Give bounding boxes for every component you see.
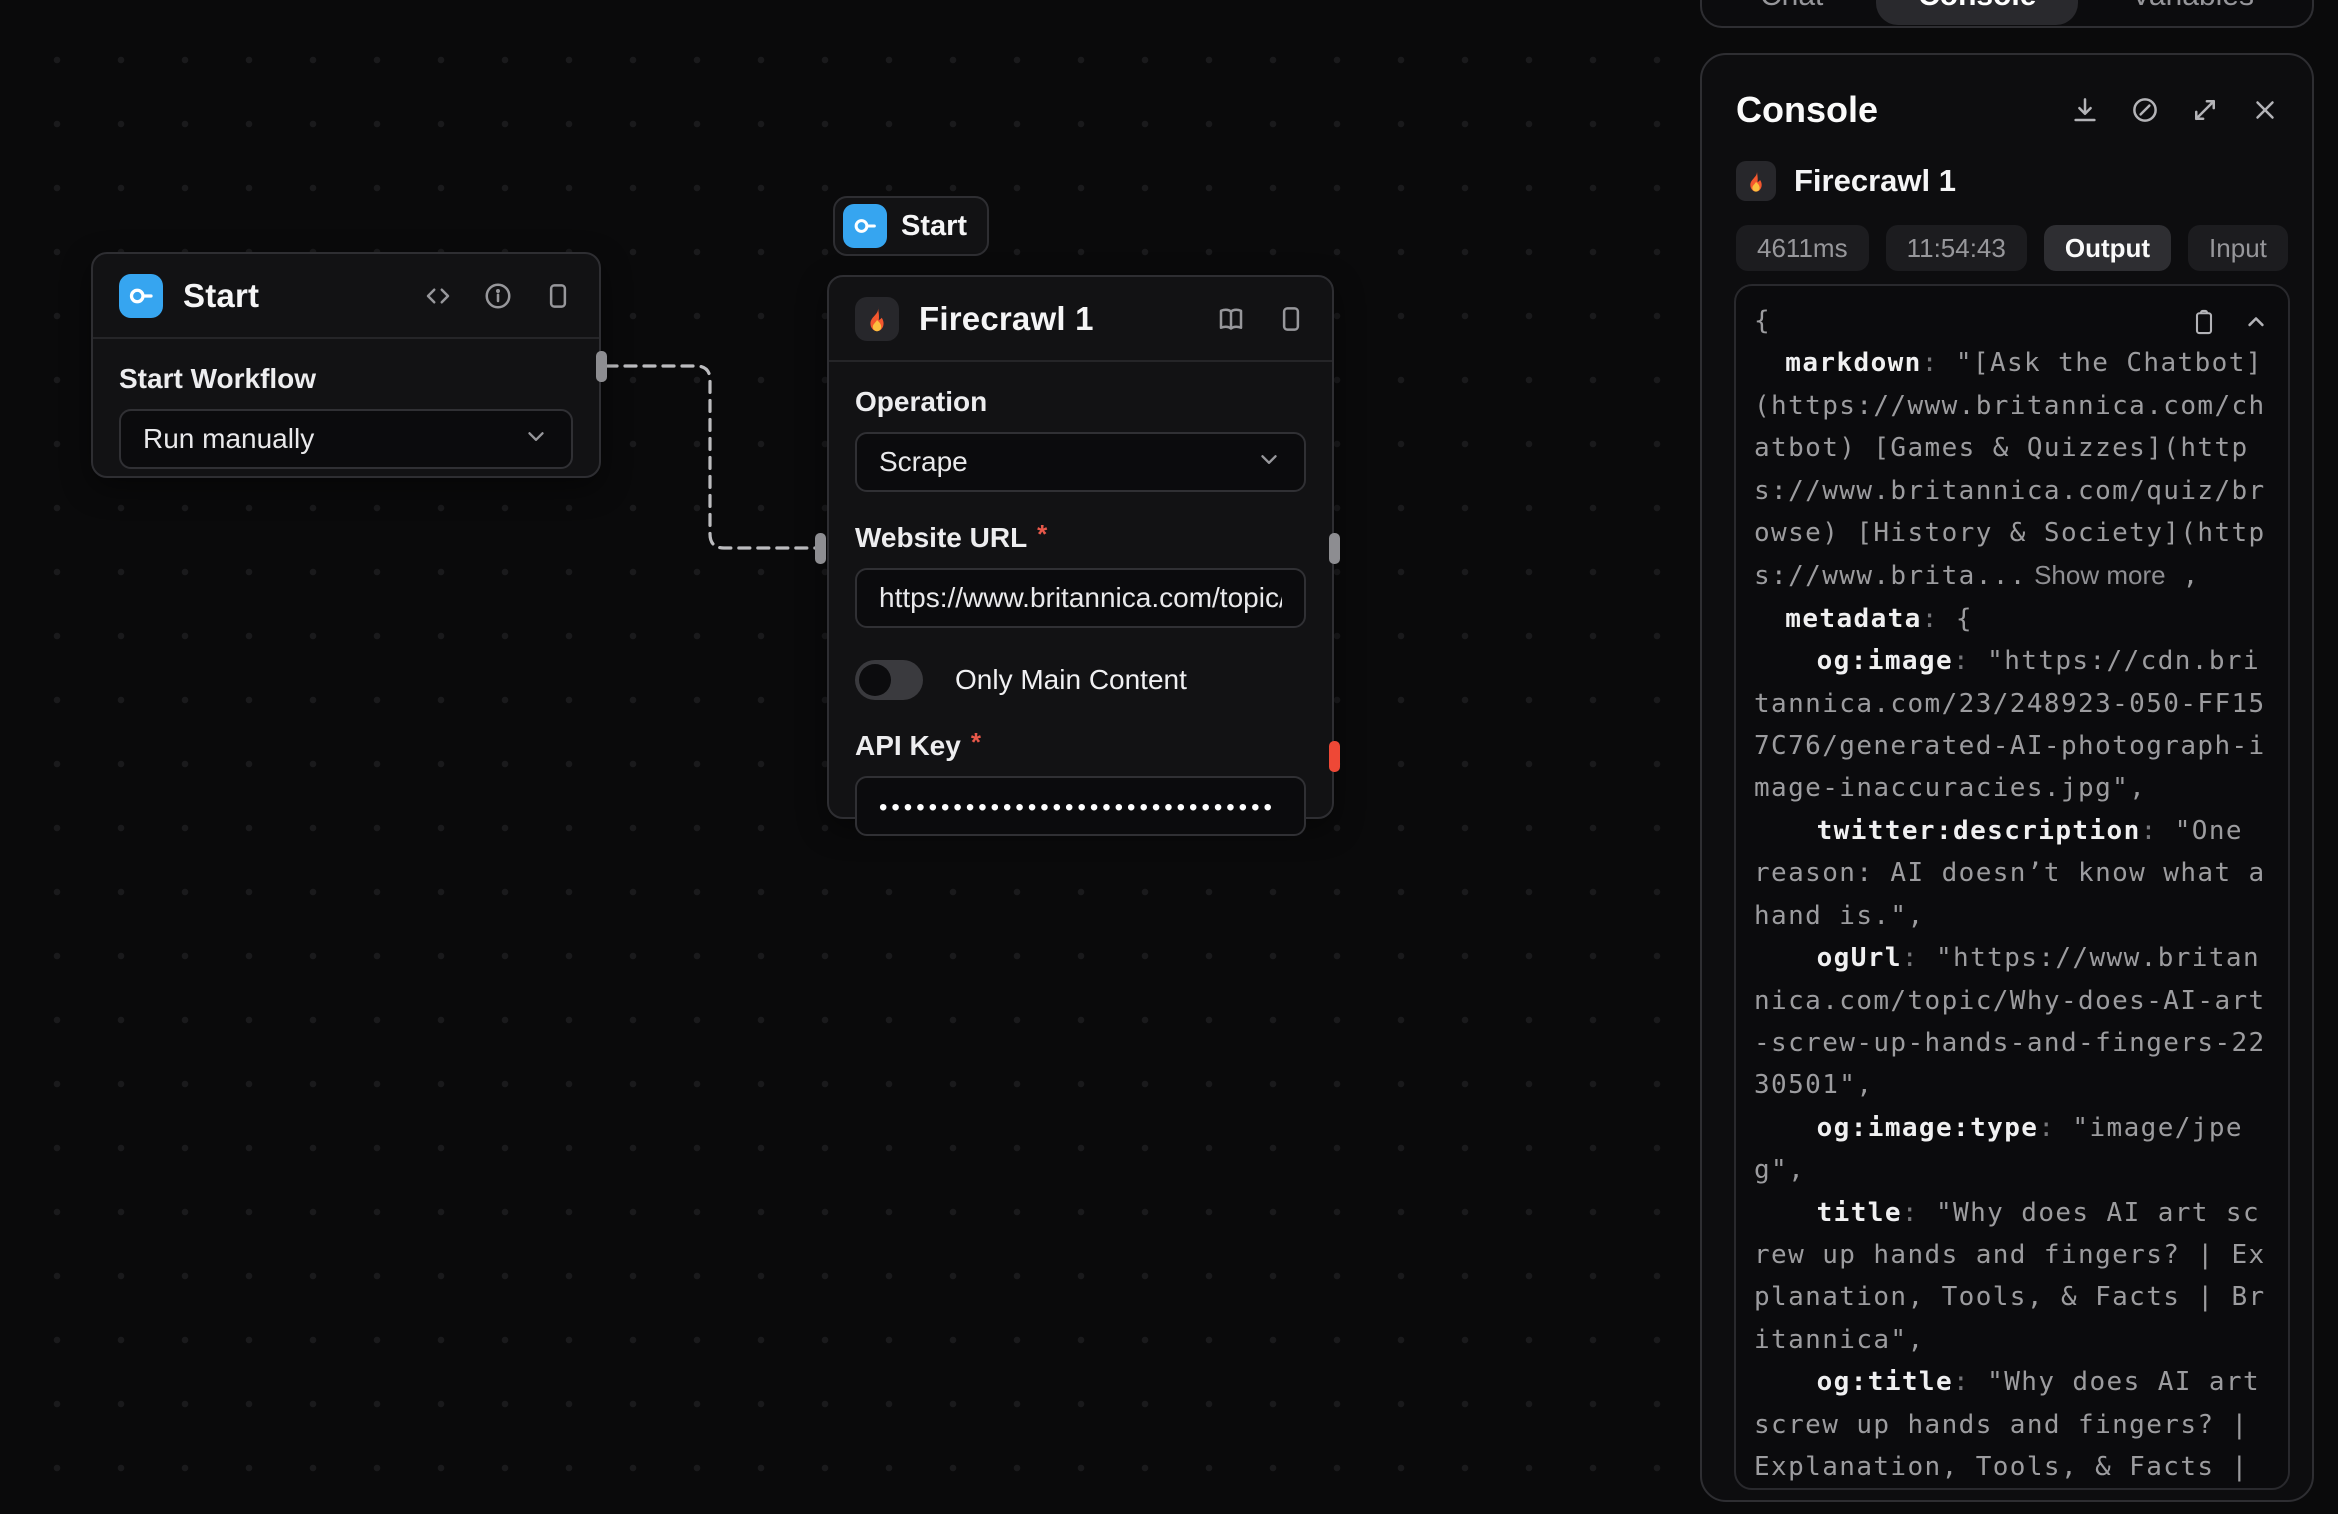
console-json-entry: twitter:description: "One reason: AI doe…: [1754, 810, 2270, 937]
info-icon[interactable]: [483, 281, 513, 311]
firecrawl-input-handle[interactable]: [815, 533, 826, 564]
close-icon[interactable]: [2250, 95, 2280, 125]
console-json-entry: markdown: "[Ask the Chatbot](https://www…: [1754, 342, 2270, 597]
required-asterisk: *: [971, 727, 981, 758]
toggle-knob: [859, 664, 891, 696]
console-json-entry: og:image:type: "image/jpeg",: [1754, 1107, 2270, 1192]
start-pill-label: Start: [901, 210, 967, 243]
output-tab-badge[interactable]: Output: [2044, 225, 2171, 271]
api-key-input[interactable]: ••••••••••••••••••••••••••••••••: [855, 776, 1306, 836]
chevron-down-icon: [523, 423, 549, 456]
start-keyframe-icon: [843, 204, 887, 248]
select-value: Run manually: [143, 423, 314, 455]
start-keyframe-icon: [119, 274, 163, 318]
toggle-label: Only Main Content: [955, 664, 1187, 696]
input-tab-badge[interactable]: Input: [2188, 225, 2288, 271]
only-main-content-toggle[interactable]: [855, 660, 923, 700]
start-node[interactable]: Start Start Workflow Run manually: [91, 252, 601, 478]
show-more-link[interactable]: Show more: [2027, 560, 2166, 590]
firecrawl-error-handle[interactable]: [1329, 741, 1340, 772]
masked-api-key: ••••••••••••••••••••••••••••••••: [879, 794, 1276, 822]
start-workflow-label: Start Workflow: [119, 363, 573, 395]
duration-badge: 4611ms: [1736, 225, 1869, 271]
panel-tabs: Chat Console Variables: [1700, 0, 2314, 28]
side-panel-icon[interactable]: [543, 281, 573, 311]
chevron-down-icon: [1256, 446, 1282, 479]
time-badge: 11:54:43: [1886, 225, 2027, 271]
download-icon[interactable]: [2070, 95, 2100, 125]
start-pill-button[interactable]: Start: [833, 196, 989, 256]
collapse-chevron-up-icon[interactable]: [2242, 308, 2270, 341]
console-panel: Console Firecrawl 1 4611ms: [1700, 53, 2314, 1502]
console-title: Console: [1736, 89, 2070, 131]
tab-chat[interactable]: Chat: [1760, 0, 1823, 13]
fire-icon: [1736, 161, 1776, 201]
console-json-entry: ogUrl: "https://www.britannica.com/topic…: [1754, 937, 2270, 1107]
required-asterisk: *: [1037, 519, 1047, 550]
tab-variables[interactable]: Variables: [2131, 0, 2254, 13]
run-trigger-select[interactable]: Run manually: [119, 409, 573, 469]
website-url-input[interactable]: https://www.britannica.com/topic/Why-doe…: [855, 568, 1306, 628]
firecrawl-output-handle[interactable]: [1329, 533, 1340, 564]
operation-select[interactable]: Scrape: [855, 432, 1306, 492]
website-url-label: Website URL *: [855, 522, 1306, 554]
clear-ban-icon[interactable]: [2130, 95, 2160, 125]
console-node-name: Firecrawl 1: [1794, 163, 1956, 199]
start-node-header: Start: [93, 254, 599, 337]
operation-label: Operation: [855, 386, 1306, 418]
firecrawl-node[interactable]: Firecrawl 1 Operation Scrape Website URL…: [827, 275, 1334, 819]
docs-book-icon[interactable]: [1216, 304, 1246, 334]
tab-console[interactable]: Console: [1876, 0, 2078, 25]
fire-icon: [855, 297, 899, 341]
workflow-canvas[interactable]: Start Start Workflow Run manually Start: [0, 0, 2338, 1514]
json-entries: markdown: "[Ask the Chatbot](https://www…: [1754, 342, 2270, 1490]
api-key-label: API Key *: [855, 730, 1306, 762]
node-title: Start: [183, 277, 403, 315]
json-output-box[interactable]: { markdown: "[Ask the Chatbot](https://w…: [1734, 284, 2290, 1490]
workflow-edge[interactable]: [606, 366, 818, 548]
console-json-entry: og:image: "https://cdn.britannica.com/23…: [1754, 640, 2270, 810]
console-json-entry: og:title: "Why does AI art screw up hand…: [1754, 1361, 2270, 1490]
expand-icon[interactable]: [2190, 95, 2220, 125]
side-panel-icon[interactable]: [1276, 304, 1306, 334]
copy-icon[interactable]: [2190, 308, 2218, 341]
start-output-handle[interactable]: [596, 351, 607, 382]
node-title: Firecrawl 1: [919, 300, 1196, 338]
console-json-entry: metadata: {: [1754, 598, 2270, 640]
firecrawl-node-header: Firecrawl 1: [829, 277, 1332, 360]
console-json-entry: title: "Why does AI art screw up hands a…: [1754, 1192, 2270, 1362]
select-value: Scrape: [879, 446, 968, 478]
code-icon[interactable]: [423, 281, 453, 311]
